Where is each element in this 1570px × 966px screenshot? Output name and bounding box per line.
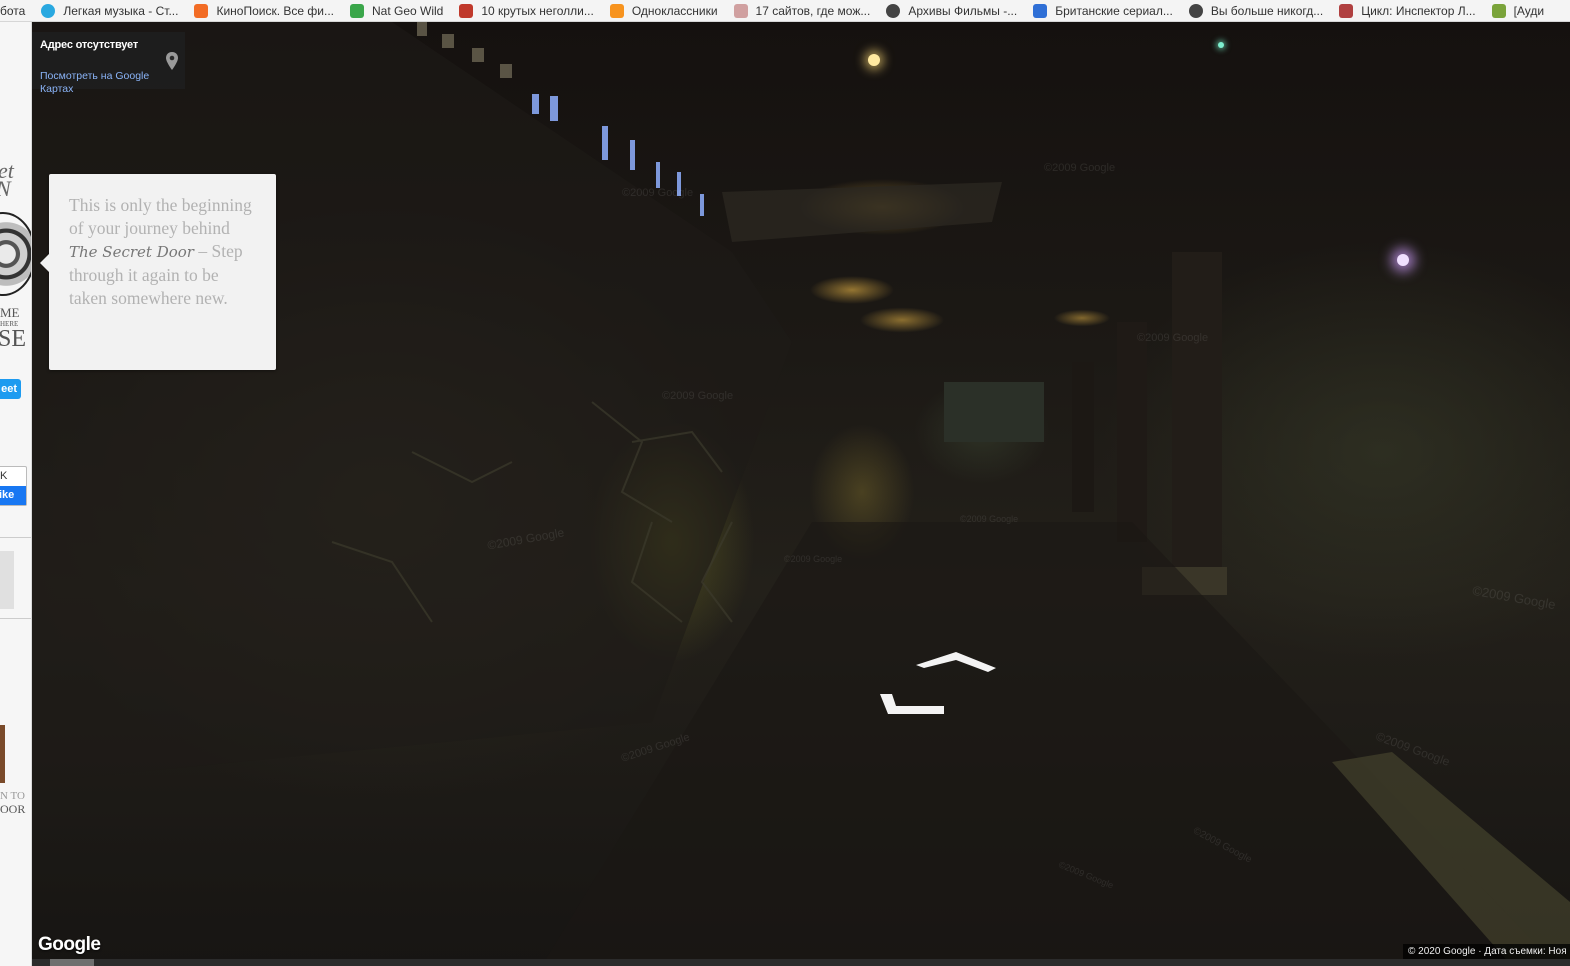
bookmark-item[interactable]: КиноПоиск. Все фи...: [194, 3, 334, 18]
street-view-panorama[interactable]: ©2009 Google ©2009 Google ©2009 Google ©…: [32, 22, 1570, 966]
map-pin-icon[interactable]: [165, 52, 179, 70]
calendar-icon: [1033, 3, 1048, 18]
bookmark-item[interactable]: [Ауди: [1491, 3, 1545, 18]
ceiling-light-green: [1218, 42, 1224, 48]
tweet-button[interactable]: eet: [0, 379, 21, 399]
nav-side-arrow[interactable]: [878, 692, 948, 718]
fb-like-button[interactable]: ike: [0, 486, 26, 505]
natgeo-icon: [350, 3, 364, 18]
door-text-fragment: OOR: [0, 802, 26, 816]
watermark: ©2009 Google: [1044, 162, 1116, 174]
divider: [0, 537, 31, 538]
watermark: ©2009 Google: [662, 390, 734, 402]
tooltip-script-title: The Secret Door: [69, 243, 194, 261]
bookmark-label: бота: [0, 3, 26, 18]
bookmarks-bar: бота Легкая музыка - Ст... КиноПоиск. Все …: [0, 0, 1570, 22]
bookmark-item[interactable]: Архивы Фильмы -...: [886, 3, 1018, 18]
house-text-fragment: SE: [0, 326, 27, 352]
bookmark-item[interactable]: Цикл: Инспектор Л...: [1339, 3, 1476, 18]
ceiling-light-purple: [1397, 254, 1409, 266]
book-cover-fragment: [0, 725, 5, 783]
book-icon: [1339, 3, 1354, 18]
script-text-fragment-n: N: [0, 176, 11, 202]
bookmark-item[interactable]: бота: [0, 4, 25, 18]
kinopoisk-icon: [194, 3, 209, 18]
globe-icon: [1188, 3, 1203, 18]
bookmark-item[interactable]: Британские сериал...: [1033, 3, 1173, 18]
bookmark-label: Цикл: Инспектор Л...: [1361, 3, 1476, 18]
bookmark-item[interactable]: Легкая музыка - Ст...: [41, 3, 179, 18]
grey-block: [0, 551, 14, 609]
shield-icon: [733, 3, 748, 18]
bookmark-label: Вы больше никогд...: [1210, 3, 1324, 18]
bookmark-label: Архивы Фильмы -...: [908, 3, 1018, 18]
puzzle-icon: [1491, 3, 1506, 18]
horizontal-scrollbar[interactable]: [32, 959, 1570, 966]
bookmark-label: Одноклассники: [631, 3, 718, 18]
bookmark-label: [Ауди: [1513, 3, 1545, 18]
bookmark-item[interactable]: 17 сайтов, где мож...: [733, 3, 871, 18]
bookmark-label: Nat Geo Wild: [372, 3, 444, 18]
address-card: Адрес отсутствует Посмотреть на Google К…: [32, 32, 185, 95]
bookmark-label: КиноПоиск. Все фи...: [216, 3, 334, 18]
scrollbar-thumb[interactable]: [50, 959, 94, 966]
attribution-bar: © 2020 Google · Дата съемки: Ноя: [1403, 944, 1570, 959]
ceiling-light: [868, 54, 880, 66]
bookmark-label: Легкая музыка - Ст...: [63, 3, 179, 18]
fb-label: K: [0, 470, 8, 482]
bookmark-label: 10 крутых неголли...: [481, 3, 594, 18]
address-title: Адрес отсутствует: [40, 39, 139, 51]
host-page-strip: et N ME HERE SE eet K ike N TO OOR: [0, 22, 32, 966]
globe-icon: [886, 3, 901, 18]
watermark: ©2009 Google: [1137, 332, 1209, 344]
music-icon: [41, 3, 56, 18]
home-text-fragment: ME: [0, 305, 20, 320]
bookmark-item[interactable]: Nat Geo Wild: [350, 3, 444, 18]
bookmark-item[interactable]: Одноклассники: [609, 3, 718, 18]
divider-2: [0, 618, 31, 619]
bookmark-item[interactable]: 10 крутых неголли...: [459, 3, 594, 18]
tooltip-text-1: This is only the beginning of your journ…: [69, 195, 252, 238]
ok-icon: [609, 3, 624, 18]
medallion-logo: [0, 212, 31, 296]
return-text-fragment: N TO: [0, 790, 25, 802]
bookmark-item[interactable]: Вы больше никогд...: [1188, 3, 1324, 18]
google-logo: Google: [38, 934, 101, 955]
film-icon: [459, 3, 474, 18]
bookmark-label: 17 сайтов, где мож...: [755, 3, 871, 18]
watermark: ©2009 Google: [622, 187, 694, 199]
tunnel-scene: [32, 22, 1570, 966]
watermark: ©2009 Google: [784, 554, 843, 564]
view-on-google-maps-link[interactable]: Посмотреть на Google Картах: [40, 70, 165, 96]
watermark: ©2009 Google: [960, 514, 1019, 524]
nav-forward-arrow[interactable]: [914, 650, 998, 676]
secret-door-tooltip: This is only the beginning of your journ…: [40, 174, 276, 370]
facebook-like-widget[interactable]: K ike: [0, 466, 27, 506]
bookmark-label: Британские сериал...: [1055, 3, 1173, 18]
